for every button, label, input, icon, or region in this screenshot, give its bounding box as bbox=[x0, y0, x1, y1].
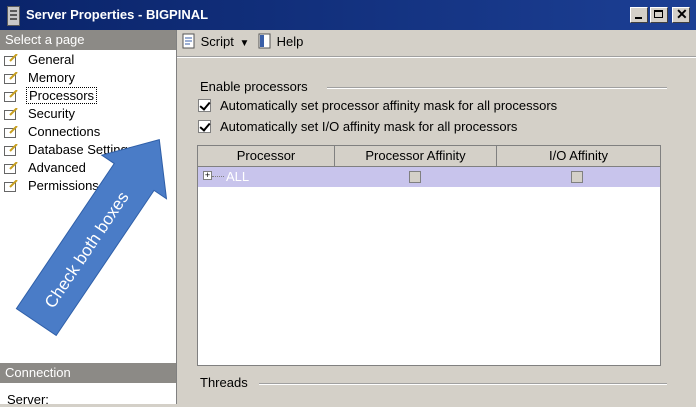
expand-icon[interactable]: + bbox=[203, 171, 212, 180]
connection-header-label: Connection bbox=[5, 365, 71, 380]
table-row[interactable]: + ALL bbox=[198, 167, 660, 187]
chevron-down-icon[interactable]: ▼ bbox=[239, 38, 249, 49]
enable-processors-title: Enable processors bbox=[200, 79, 308, 94]
page-item-connections[interactable]: Connections bbox=[4, 123, 174, 141]
minimize-button[interactable] bbox=[630, 7, 648, 23]
help-icon bbox=[258, 33, 271, 49]
page-wrench-icon bbox=[4, 90, 18, 102]
page-item-processors[interactable]: Processors bbox=[4, 87, 174, 105]
auto-processor-affinity-checkbox[interactable] bbox=[198, 99, 211, 112]
page-wrench-icon bbox=[4, 72, 18, 84]
page-item-security[interactable]: Security bbox=[4, 105, 174, 123]
page-item-label: General bbox=[28, 52, 75, 67]
toolbar-divider bbox=[177, 56, 696, 58]
column-header-processor[interactable]: Processor bbox=[198, 146, 335, 166]
auto-io-affinity-checkbox[interactable] bbox=[198, 120, 211, 133]
page-wrench-icon bbox=[4, 144, 18, 156]
auto-processor-affinity-label: Automatically set processor affinity mas… bbox=[220, 98, 558, 113]
processor-affinity-checkbox[interactable] bbox=[409, 171, 421, 183]
column-header-io-affinity[interactable]: I/O Affinity bbox=[497, 146, 660, 166]
select-page-header: Select a page bbox=[0, 30, 176, 50]
group-divider bbox=[259, 383, 667, 385]
script-button[interactable]: Script ▼ bbox=[181, 32, 249, 52]
help-button[interactable]: Help bbox=[257, 32, 303, 52]
help-label: Help bbox=[276, 34, 304, 49]
script-label: Script bbox=[200, 34, 234, 49]
page-wrench-icon bbox=[4, 108, 18, 120]
toolbar: Script ▼ Help bbox=[177, 30, 696, 54]
page-item-label: Advanced bbox=[28, 160, 86, 175]
page-item-general[interactable]: General bbox=[4, 51, 174, 69]
auto-io-affinity-label: Automatically set I/O affinity mask for … bbox=[220, 119, 518, 134]
title-bar: Server Properties - BIGPINAL ✕ bbox=[0, 0, 696, 30]
window-title: Server Properties - BIGPINAL bbox=[26, 7, 209, 22]
processors-page: Script ▼ Help Enable processors Automati… bbox=[177, 30, 696, 404]
page-item-database-settings[interactable]: Database Settings bbox=[4, 141, 174, 159]
server-properties-icon bbox=[7, 6, 20, 26]
connection-header: Connection bbox=[0, 363, 176, 383]
grid-header: Processor Processor Affinity I/O Affinit… bbox=[198, 146, 660, 167]
threads-title: Threads bbox=[200, 375, 248, 390]
column-header-processor-affinity[interactable]: Processor Affinity bbox=[335, 146, 497, 166]
page-item-label: Connections bbox=[28, 124, 101, 139]
page-item-label: Database Settings bbox=[28, 142, 135, 157]
script-icon bbox=[182, 33, 195, 49]
page-wrench-icon bbox=[4, 126, 18, 138]
page-wrench-icon bbox=[4, 180, 18, 192]
page-wrench-icon bbox=[4, 54, 18, 66]
select-page-header-label: Select a page bbox=[5, 32, 85, 47]
group-divider bbox=[327, 87, 667, 89]
page-item-label: Permissions bbox=[28, 178, 99, 193]
tree-connector bbox=[212, 176, 224, 177]
close-button[interactable]: ✕ bbox=[672, 6, 690, 23]
page-wrench-icon bbox=[4, 162, 18, 174]
page-list: General Memory Processors Security Conne… bbox=[4, 51, 174, 195]
page-selector-pane: Select a page General Memory Processors … bbox=[0, 30, 177, 407]
server-label: Server: bbox=[7, 392, 49, 407]
page-item-permissions[interactable]: Permissions bbox=[4, 177, 174, 195]
processor-cell: ALL bbox=[226, 169, 250, 184]
close-icon: ✕ bbox=[676, 6, 688, 22]
page-item-label: Security bbox=[28, 106, 75, 121]
io-affinity-checkbox[interactable] bbox=[571, 171, 583, 183]
page-item-label: Processors bbox=[26, 87, 98, 104]
maximize-button[interactable] bbox=[650, 7, 668, 23]
page-item-advanced[interactable]: Advanced bbox=[4, 159, 174, 177]
affinity-grid: Processor Processor Affinity I/O Affinit… bbox=[197, 145, 661, 366]
page-item-label: Memory bbox=[28, 70, 75, 85]
page-item-memory[interactable]: Memory bbox=[4, 69, 174, 87]
